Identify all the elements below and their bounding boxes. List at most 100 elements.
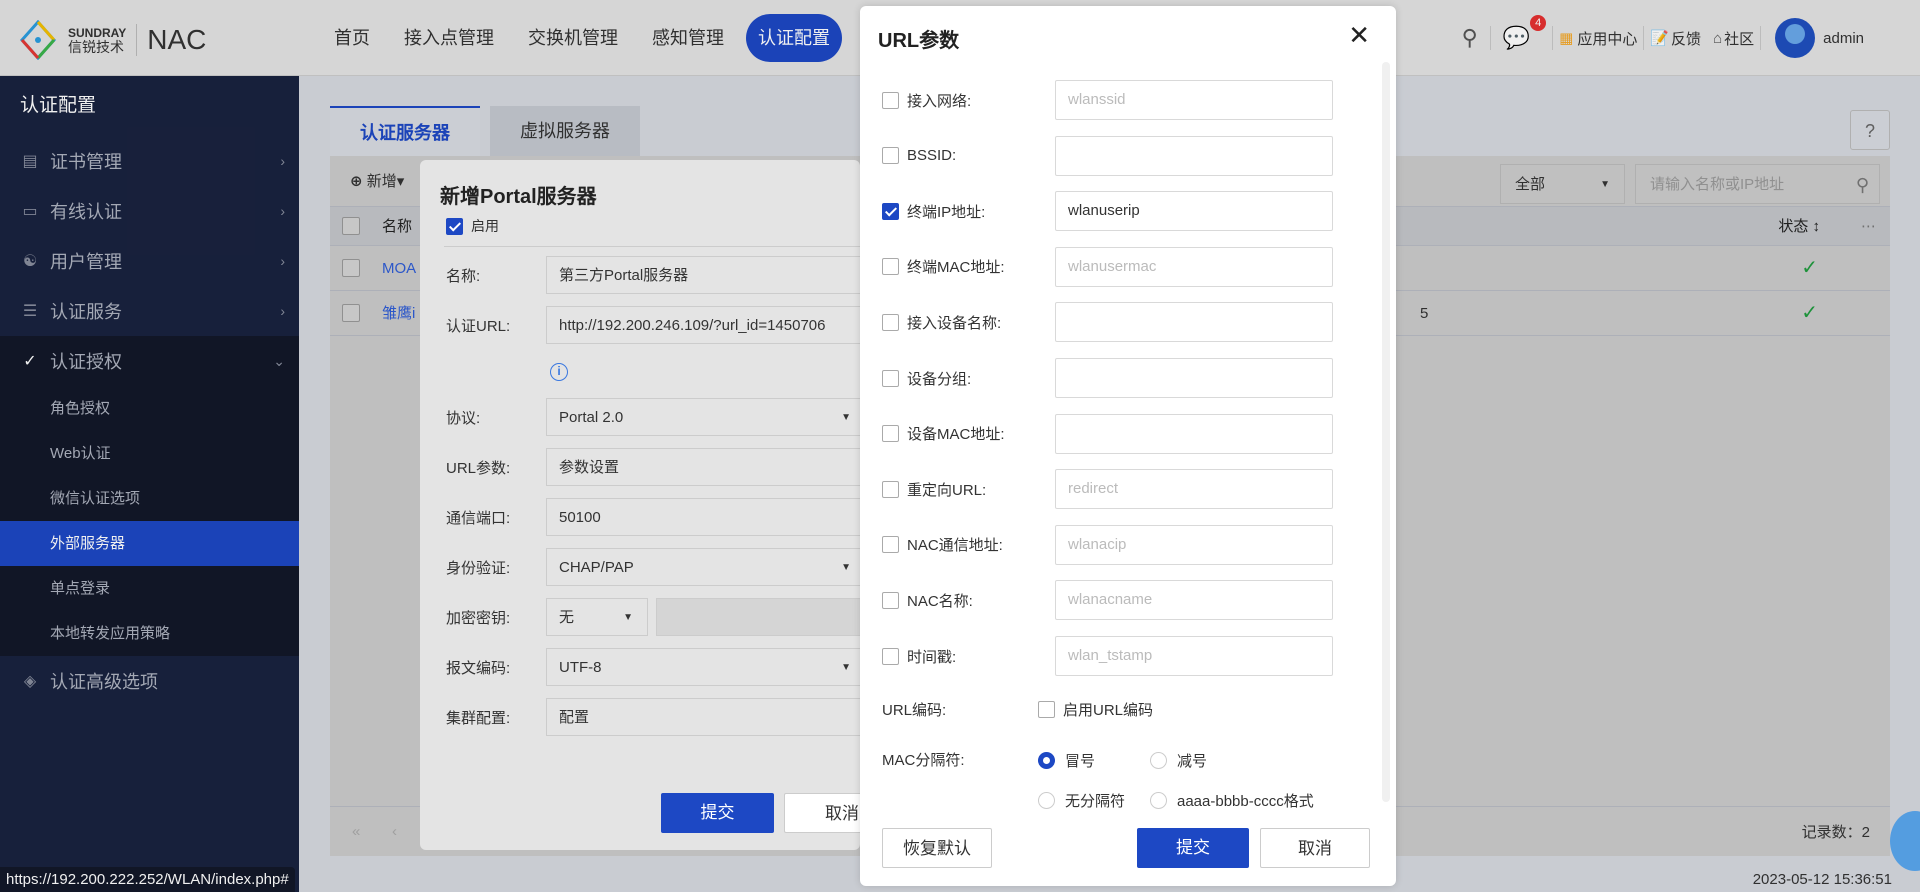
auth-url-input[interactable]: http://192.200.246.109/?url_id=1450706 (546, 306, 866, 344)
url-param-input[interactable]: wlanacip (1055, 524, 1333, 565)
auth-method-select[interactable]: CHAP/PAP ▼ (546, 548, 866, 586)
url-param-checkbox[interactable] (882, 313, 899, 331)
cancel-button[interactable]: 取消 (784, 793, 864, 833)
url-param-checkbox[interactable] (882, 147, 899, 165)
dialog-title: URL参数 (878, 30, 960, 52)
url-param-row: 接入网络: wlanssid (882, 80, 1333, 120)
cluster-field-row: 集群配置: 配置 (446, 697, 866, 737)
radio-aaaa-bbbb-cccc[interactable] (1150, 792, 1167, 809)
url-param-label: 设备分组: (907, 370, 972, 388)
radio-colon[interactable] (1038, 752, 1055, 769)
mac-sep-colon-option[interactable]: 冒号 (1038, 750, 1095, 771)
cluster-config-button[interactable]: 配置 (546, 698, 866, 736)
name-input[interactable]: 第三方Portal服务器 (546, 256, 866, 294)
mac-sep-none-option[interactable]: 无分隔符 (1038, 790, 1125, 811)
cluster-label: 集群配置: (446, 709, 511, 727)
url-param-checkbox[interactable] (882, 591, 899, 609)
encrypt-key-input (656, 598, 866, 636)
url-param-label: 终端IP地址: (907, 203, 986, 221)
caret-down-icon: ▼ (841, 662, 851, 673)
url-param-input[interactable]: wlanuserip (1055, 191, 1333, 232)
url-param-checkbox[interactable] (882, 369, 899, 387)
cancel-button[interactable]: 取消 (1260, 828, 1370, 868)
dialog-title: 新增Portal服务器 (440, 186, 597, 208)
url-encode-row: URL编码: 启用URL编码 (882, 689, 1153, 729)
url-param-label: 接入网络: (907, 92, 972, 110)
url-param-input[interactable]: wlanssid (1055, 80, 1333, 120)
url-param-row: 终端MAC地址: wlanusermac (882, 246, 1333, 287)
encoding-select[interactable]: UTF-8 ▼ (546, 648, 866, 686)
mac-sep-hyphen-option[interactable]: 减号 (1150, 750, 1207, 771)
url-param-input[interactable] (1055, 135, 1333, 176)
radio-hyphen[interactable] (1150, 752, 1167, 769)
protocol-select[interactable]: Portal 2.0 ▼ (546, 398, 866, 436)
url-param-input[interactable] (1055, 358, 1333, 398)
caret-down-icon: ▼ (623, 612, 633, 623)
url-param-checkbox[interactable] (882, 91, 899, 109)
mac-sep-row: MAC分隔符: (882, 739, 1038, 779)
url-param-label: 重定向URL: (907, 481, 987, 499)
encrypt-select[interactable]: 无 ▼ (546, 598, 648, 636)
url-param-input[interactable]: wlan_tstamp (1055, 636, 1333, 676)
url-param-label: 时间戳: (907, 648, 957, 666)
enable-label: 启用 (471, 218, 499, 234)
url-param-input[interactable]: wlanacname (1055, 580, 1333, 621)
name-field-row: 名称: 第三方Portal服务器 (446, 255, 866, 295)
url-param-input[interactable] (1055, 413, 1333, 454)
auth-method-label: 身份验证: (446, 559, 511, 577)
enable-toggle[interactable]: 启用 (446, 216, 499, 236)
encoding-field-row: 报文编码: UTF-8 ▼ (446, 647, 866, 687)
divider (444, 246, 860, 247)
url-param-row: BSSID: (882, 135, 1333, 176)
restore-default-button[interactable]: 恢复默认 (882, 828, 992, 868)
url-param-checkbox[interactable] (882, 647, 899, 665)
url-param-row: 设备MAC地址: (882, 413, 1333, 454)
enable-checkbox[interactable] (446, 217, 463, 235)
new-portal-server-dialog: 新增Portal服务器 启用 名称: 第三方Portal服务器 认证URL: h… (420, 160, 866, 850)
info-icon[interactable]: i (550, 363, 568, 381)
encrypt-value: 无 (559, 609, 575, 626)
submit-button[interactable]: 提交 (661, 793, 774, 833)
mac-sep-dotted-option[interactable]: aaaa-bbbb-cccc格式 (1150, 790, 1314, 811)
radio-label: 减号 (1177, 753, 1208, 770)
mac-sep-label: MAC分隔符: (882, 751, 965, 769)
url-param-label: 设备MAC地址: (907, 426, 1005, 444)
url-param-input[interactable]: wlanusermac (1055, 246, 1333, 287)
name-label: 名称: (446, 267, 481, 285)
protocol-label: 协议: (446, 409, 481, 427)
caret-down-icon: ▼ (841, 412, 851, 423)
submit-button[interactable]: 提交 (1137, 828, 1249, 868)
url-param-input[interactable] (1055, 302, 1333, 343)
url-param-input[interactable]: redirect (1055, 469, 1333, 510)
encoding-label: 报文编码: (446, 659, 511, 677)
auth-method-field-row: 身份验证: CHAP/PAP ▼ (446, 547, 866, 587)
url-encode-checkbox[interactable] (1038, 700, 1055, 718)
url-param-checkbox[interactable] (882, 202, 899, 220)
url-param-label: NAC名称: (907, 592, 973, 610)
radio-label: aaaa-bbbb-cccc格式 (1177, 793, 1314, 810)
url-params-button[interactable]: 参数设置 (546, 448, 866, 486)
protocol-value: Portal 2.0 (559, 409, 624, 426)
url-encode-option-label: 启用URL编码 (1063, 701, 1154, 719)
url-param-label: BSSID: (907, 147, 957, 165)
radio-label: 冒号 (1065, 753, 1096, 770)
scrollbar[interactable] (1382, 62, 1390, 802)
encrypt-label: 加密密钥: (446, 609, 511, 627)
close-icon[interactable]: ✕ (1348, 20, 1370, 51)
auth-url-field-row: 认证URL: http://192.200.246.109/?url_id=14… (446, 305, 866, 345)
url-param-checkbox[interactable] (882, 258, 899, 276)
url-param-checkbox[interactable] (882, 480, 899, 498)
port-label: 通信端口: (446, 509, 511, 527)
url-param-checkbox[interactable] (882, 425, 899, 443)
protocol-field-row: 协议: Portal 2.0 ▼ (446, 397, 866, 437)
port-field-row: 通信端口: 50100 (446, 497, 866, 537)
url-param-checkbox[interactable] (882, 536, 899, 554)
auth-url-label: 认证URL: (446, 317, 511, 335)
encoding-value: UTF-8 (559, 659, 602, 676)
url-param-label: NAC通信地址: (907, 537, 1003, 555)
url-param-label: 终端MAC地址: (907, 259, 1005, 277)
radio-none[interactable] (1038, 792, 1055, 809)
url-param-row: NAC通信地址: wlanacip (882, 524, 1333, 565)
url-param-label: 接入设备名称: (907, 314, 1002, 332)
port-input[interactable]: 50100 (546, 498, 866, 536)
